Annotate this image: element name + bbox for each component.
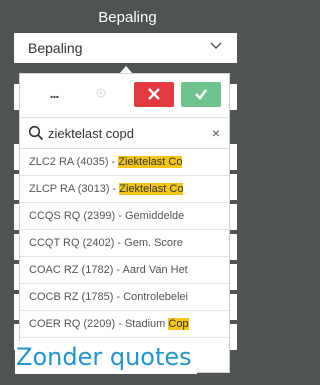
list-item-text: ZLCP RA (3013) - — [29, 183, 120, 195]
list-item[interactable]: ZLCP RA (3013) - Ziektelast Co — [20, 176, 229, 203]
chevron-down-icon[interactable] — [209, 39, 223, 58]
list-item[interactable]: ZLC2 RA (4035) - Ziektelast Co — [20, 149, 229, 176]
list-item[interactable]: COAC RZ (1782) - Aard Van Het — [20, 257, 229, 284]
confirm-button[interactable] — [181, 82, 221, 107]
search-input[interactable] — [48, 122, 198, 144]
results-list: ZLC2 RA (4035) - Ziektelast Co ZLCP RA (3… — [20, 149, 229, 338]
popup-toolbar: ... — [20, 74, 229, 114]
list-item[interactable]: COCB RZ (1785) - Controlebelei — [20, 284, 229, 311]
cancel-button[interactable] — [134, 82, 174, 107]
bepaling-select[interactable]: Bepaling — [14, 33, 237, 63]
check-icon — [194, 87, 208, 106]
annotation-text: Zonder quotes — [15, 341, 197, 374]
list-item-text: ZLC2 RA (4035) - — [29, 156, 119, 168]
clear-search-icon[interactable]: × — [212, 126, 220, 140]
search-match-highlight: Ziektelast Co — [119, 183, 184, 195]
list-item-text: CCQT RQ (2402) - Gem. Score — [29, 237, 183, 249]
list-item-text: COAC RZ (1782) - Aard Van Het — [29, 264, 188, 276]
dropdown-popup: ... ziektelast copd × ZLC2 RA (4035) - Z… — [19, 73, 230, 373]
settings-icon — [94, 86, 108, 100]
search-icon — [28, 125, 44, 146]
list-item[interactable]: CCQT RQ (2402) - Gem. Score — [20, 230, 229, 257]
search-row: × — [20, 117, 229, 149]
list-item[interactable]: COER RQ (2209) - Stadium Cop — [20, 311, 229, 338]
list-item-text: COCB RZ (1785) - Controlebelei — [29, 291, 188, 303]
search-match-highlight: Ziektelast Co — [118, 156, 183, 168]
search-match-highlight: Cop — [168, 318, 189, 330]
list-item-text: COER RQ (2209) - Stadium — [29, 318, 169, 330]
more-options-button[interactable]: ... — [42, 84, 66, 104]
select-value: Bepaling — [28, 40, 83, 56]
list-item[interactable]: CCQS RQ (2399) - Gemiddelde — [20, 203, 229, 230]
close-icon — [147, 87, 161, 106]
list-item-text: CCQS RQ (2399) - Gemiddelde — [29, 210, 185, 222]
panel-title: Bepaling — [98, 9, 157, 26]
